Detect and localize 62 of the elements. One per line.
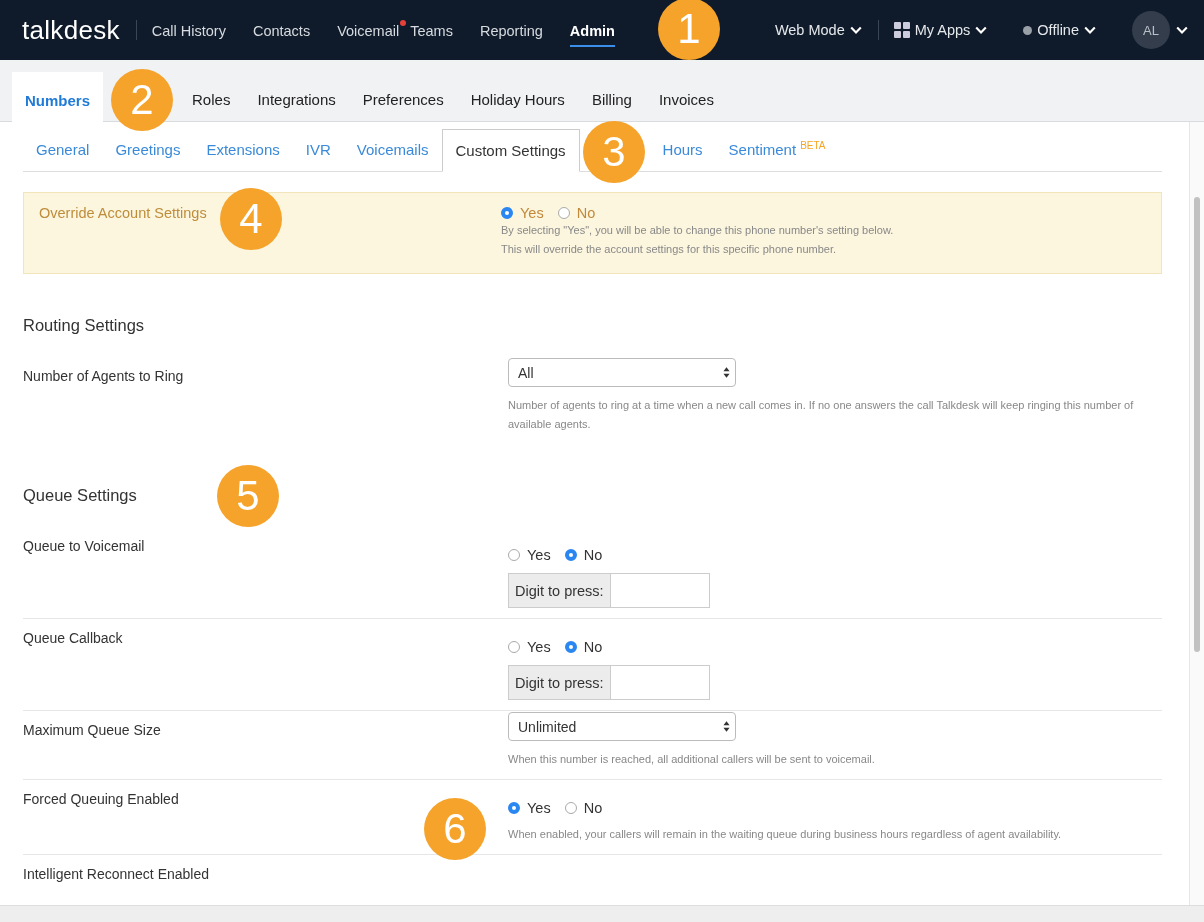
annotation-badge: 3 [583,121,645,183]
tab[interactable]: Greetings [102,141,194,171]
radio-option[interactable]: Yes [508,639,551,655]
setting-label: Queue to Voicemail [23,538,145,554]
tab[interactable]: Holiday Hours [457,91,578,121]
dropdown[interactable]: Unlimited [508,712,736,741]
grid-icon [893,22,910,38]
help-text: By selecting "Yes", you will be able to change this phone number's setting below. [501,223,895,238]
digit-input-group[interactable]: Digit to press: [508,665,710,700]
setting-label: Intelligent Reconnect Enabled [23,866,210,882]
status-menu[interactable]: Offline [1023,22,1096,38]
section-title: Queue Settings [23,486,137,505]
setting-label: Number of Agents to Ring [23,368,184,384]
logo[interactable]: talkdesk [22,14,120,46]
status-dot-icon [1023,25,1033,35]
radio-option[interactable]: Yes [508,800,551,816]
nav-link[interactable]: Teams [410,17,453,47]
setting-label: Maximum Queue Size [23,722,161,738]
section-title: Routing Settings [23,316,145,335]
help-text: Number of agents to ring at a time when a new call comes in. If no one answers the call Talkdesk will keep ringing this number of available agents. [508,398,1135,432]
sort-arrows-icon [723,721,730,732]
nav-link[interactable]: Reporting [479,17,543,47]
tab[interactable]: Preferences [349,91,457,121]
tab[interactable]: Sentiment $^{BETA}$ [715,140,839,171]
nav-link[interactable]: Contacts [252,17,311,47]
setting-label: Queue Callback [23,630,123,646]
tab[interactable]: Billing [578,91,645,121]
radio-option[interactable]: Yes [508,547,551,563]
annotation-badge: 5 [217,465,279,527]
nav-link[interactable]: Voicemail [337,17,400,47]
chevron-icon [849,26,862,34]
tab[interactable]: Roles [179,91,244,121]
nav-link[interactable]: Admin [569,17,615,47]
help-text: When enabled, your callers will remain in the waiting queue during business hours regardless of agent availability. [508,827,1063,842]
annotation-badge: 6 [424,798,486,860]
help-text: This will override the account settings for this specific phone number. [501,242,838,257]
mode-menu[interactable]: Web Mode [774,22,862,38]
sort-arrows-icon [723,367,730,378]
chevron-icon[interactable] [1176,26,1188,34]
tab[interactable]: Voicemails [343,141,442,171]
chevron-icon [975,26,988,34]
tab[interactable]: Custom Settings [441,129,580,172]
nav-link[interactable]: Call History [151,17,226,47]
tab[interactable]: IVR [292,141,344,171]
avatar[interactable]: AL [1132,11,1170,49]
tab[interactable]: Invoices [645,91,727,121]
radio-option[interactable]: No [564,547,603,563]
tab[interactable]: Hours [649,141,716,171]
chevron-icon [1084,26,1096,34]
tab[interactable]: Integrations [244,91,349,121]
radio-option[interactable]: No [564,639,603,655]
dropdown[interactable]: All [508,358,736,387]
setting-label: Forced Queuing Enabled [23,791,179,807]
digit-input-group[interactable]: Digit to press: [508,573,710,608]
radio-option[interactable]: No [564,800,603,816]
help-text: When this number is reached, all additional callers will be sent to voicemail. [508,752,876,767]
tab[interactable]: Extensions [193,141,293,171]
apps-menu[interactable]: My Apps [893,22,988,38]
tab[interactable]: Numbers [12,72,104,122]
tab[interactable]: General [23,141,103,171]
setting-label: Override Account Settings [39,205,207,221]
scrollbar[interactable] [1189,122,1204,905]
